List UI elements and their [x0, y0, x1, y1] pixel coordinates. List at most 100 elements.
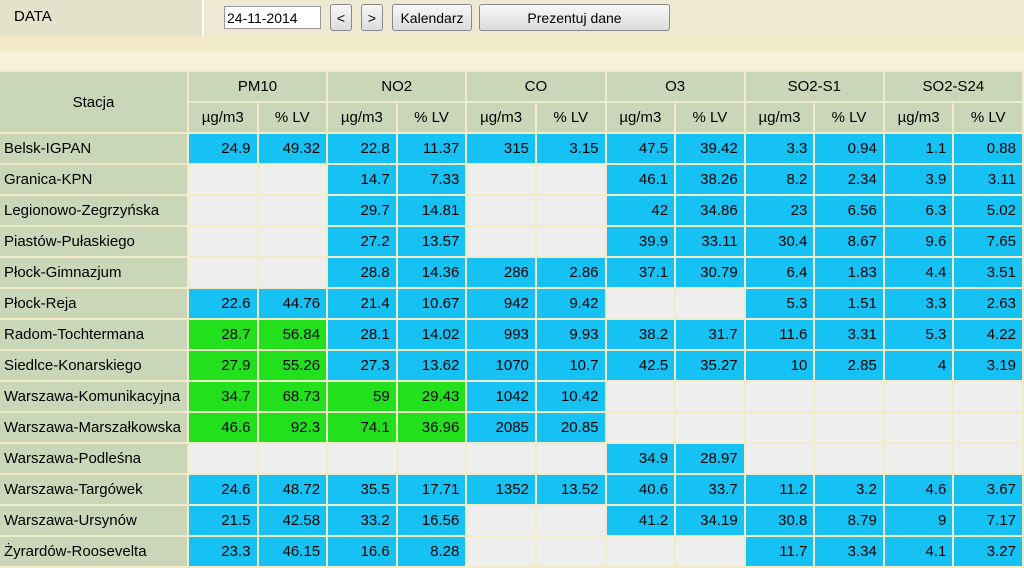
concentration-cell: 4.4	[884, 258, 953, 287]
concentration-cell	[606, 537, 675, 566]
percent-lv-cell: 34.86	[676, 196, 744, 225]
unit-header-concentration: µg/m3	[745, 103, 814, 132]
concentration-cell: 4.1	[884, 537, 953, 566]
station-name: Radom-Tochtermana	[0, 320, 187, 349]
table-row: Płock-Reja 22.6 44.76 21.4 10.67 942 9.42 5.3 1.…	[0, 289, 1022, 318]
station-name: Warszawa-Podleśna	[0, 444, 187, 473]
station-name: Płock-Reja	[0, 289, 187, 318]
percent-lv-cell	[536, 227, 605, 256]
percent-lv-cell: 11.37	[397, 134, 466, 163]
next-day-button[interactable]: >	[361, 4, 383, 31]
percent-lv-cell: 3.19	[954, 351, 1022, 380]
percent-lv-cell	[536, 165, 605, 194]
pollutant-header: SO2-S1	[745, 72, 883, 101]
percent-lv-cell: 8.67	[815, 227, 883, 256]
concentration-cell: 28.7	[188, 320, 257, 349]
concentration-cell	[884, 413, 953, 442]
percent-lv-cell	[815, 413, 883, 442]
concentration-cell: 41.2	[606, 506, 675, 535]
percent-lv-cell	[954, 382, 1022, 411]
station-name: Warszawa-Targówek	[0, 475, 187, 504]
percent-lv-cell: 4.22	[954, 320, 1022, 349]
concentration-cell: 1352	[467, 475, 535, 504]
percent-lv-cell: 14.02	[397, 320, 466, 349]
measurements-table-wrap: Stacja PM10 NO2 CO O3 SO2-S1 SO2-S24 µg/m3% L…	[0, 70, 1024, 568]
concentration-cell: 28.8	[328, 258, 396, 287]
percent-lv-cell: 8.79	[815, 506, 883, 535]
percent-lv-cell: 38.26	[676, 165, 744, 194]
station-name: Legionowo-Zegrzyńska	[0, 196, 187, 225]
percent-lv-cell: 3.2	[815, 475, 883, 504]
date-label: DATA	[14, 8, 52, 25]
concentration-cell: 4.6	[884, 475, 953, 504]
concentration-cell: 47.5	[606, 134, 675, 163]
percent-lv-cell	[258, 258, 327, 287]
concentration-cell	[606, 382, 675, 411]
concentration-cell	[606, 413, 675, 442]
percent-lv-cell: 7.33	[397, 165, 466, 194]
table-row: Belsk-IGPAN 24.9 49.32 22.8 11.37 315 3.15 47.5…	[0, 134, 1022, 163]
percent-lv-cell: 3.15	[536, 134, 605, 163]
percent-lv-cell: 20.85	[536, 413, 605, 442]
percent-lv-cell: 5.02	[954, 196, 1022, 225]
percent-lv-cell	[258, 165, 327, 194]
measurements-body: Belsk-IGPAN 24.9 49.32 22.8 11.37 315 3.15 47.5…	[0, 134, 1022, 566]
calendar-button[interactable]: Kalendarz	[392, 4, 472, 31]
percent-lv-cell	[815, 382, 883, 411]
concentration-cell	[467, 196, 535, 225]
percent-lv-cell: 28.97	[676, 444, 744, 473]
concentration-cell: 74.1	[328, 413, 396, 442]
percent-lv-cell: 48.72	[258, 475, 327, 504]
concentration-cell: 29.7	[328, 196, 396, 225]
table-row: Warszawa-Komunikacyjna 34.7 68.73 59 29.43 10…	[0, 382, 1022, 411]
percent-lv-cell: 0.88	[954, 134, 1022, 163]
percent-lv-cell: 49.32	[258, 134, 327, 163]
date-input[interactable]	[224, 6, 321, 29]
percent-lv-cell: 33.11	[676, 227, 744, 256]
percent-lv-cell: 17.71	[397, 475, 466, 504]
table-row: Warszawa-Ursynów 21.5 42.58 33.2 16.56 41.2 34…	[0, 506, 1022, 535]
present-data-button[interactable]: Prezentuj dane	[479, 4, 670, 31]
percent-lv-cell: 2.86	[536, 258, 605, 287]
concentration-cell: 1070	[467, 351, 535, 380]
concentration-cell: 39.9	[606, 227, 675, 256]
date-label-cell: DATA	[0, 0, 204, 36]
separator-stripe-light	[0, 52, 1024, 70]
toolbar: DATA < > Kalendarz Prezentuj dane	[0, 0, 1024, 36]
concentration-cell	[188, 258, 257, 287]
percent-lv-cell	[536, 506, 605, 535]
unit-header-percent-lv: % LV	[397, 103, 466, 132]
percent-lv-cell: 35.27	[676, 351, 744, 380]
concentration-cell: 35.5	[328, 475, 396, 504]
concentration-cell: 5.3	[745, 289, 814, 318]
percent-lv-cell: 10.7	[536, 351, 605, 380]
concentration-cell	[188, 165, 257, 194]
concentration-cell: 11.2	[745, 475, 814, 504]
concentration-cell: 16.6	[328, 537, 396, 566]
percent-lv-cell: 2.63	[954, 289, 1022, 318]
concentration-cell: 3.3	[745, 134, 814, 163]
percent-lv-cell	[954, 444, 1022, 473]
percent-lv-cell: 7.65	[954, 227, 1022, 256]
percent-lv-cell: 14.81	[397, 196, 466, 225]
table-row: Żyrardów-Roosevelta 23.3 46.15 16.6 8.28 11.7…	[0, 537, 1022, 566]
concentration-cell: 30.8	[745, 506, 814, 535]
unit-header-percent-lv: % LV	[536, 103, 605, 132]
percent-lv-cell: 10.67	[397, 289, 466, 318]
concentration-cell: 42.5	[606, 351, 675, 380]
concentration-cell: 28.1	[328, 320, 396, 349]
concentration-cell	[188, 444, 257, 473]
station-name: Belsk-IGPAN	[0, 134, 187, 163]
percent-lv-cell	[676, 413, 744, 442]
unit-header-concentration: µg/m3	[884, 103, 953, 132]
concentration-cell: 11.7	[745, 537, 814, 566]
concentration-cell: 6.3	[884, 196, 953, 225]
percent-lv-cell: 9.42	[536, 289, 605, 318]
percent-lv-cell: 68.73	[258, 382, 327, 411]
prev-day-button[interactable]: <	[330, 4, 352, 31]
table-row: Piastów-Pułaskiego 27.2 13.57 39.9 33.11 30.4…	[0, 227, 1022, 256]
unit-header-concentration: µg/m3	[328, 103, 396, 132]
table-row: Warszawa-Podleśna 34.9 28.97	[0, 444, 1022, 473]
percent-lv-cell: 6.56	[815, 196, 883, 225]
concentration-cell	[467, 165, 535, 194]
